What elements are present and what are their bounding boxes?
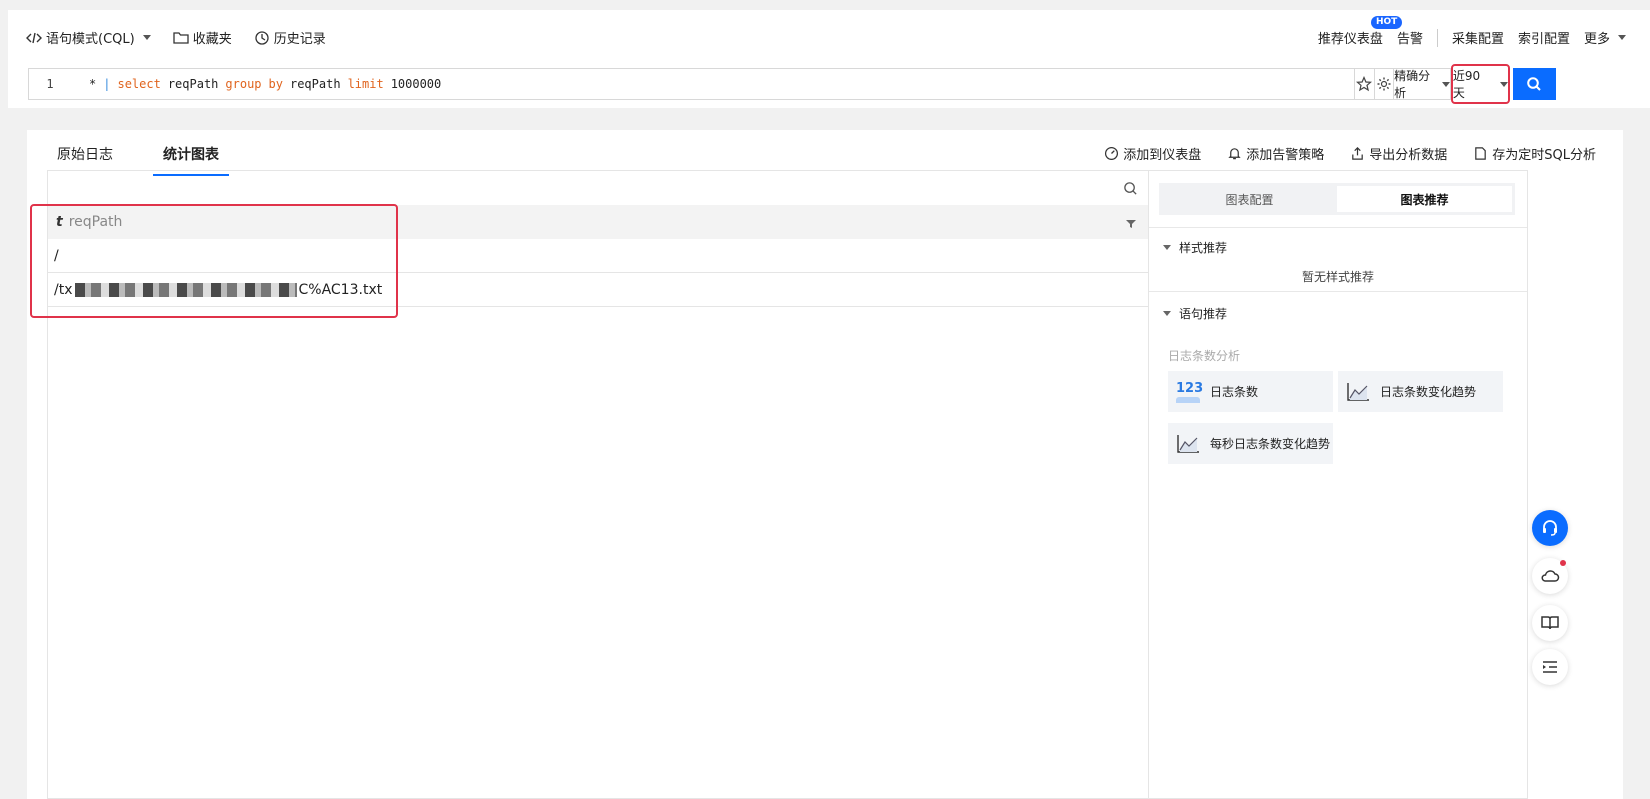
favorites-button[interactable]: 收藏夹 bbox=[173, 28, 232, 47]
add-alert-policy-label: 添加告警策略 bbox=[1246, 148, 1325, 163]
book-icon bbox=[1541, 616, 1559, 630]
line-number: 1 bbox=[46, 77, 54, 91]
query-token: 1000000 bbox=[390, 77, 442, 91]
time-range-select[interactable]: 近90天 bbox=[1453, 67, 1508, 101]
card-label: 每秒日志条数变化趋势 bbox=[1210, 437, 1331, 451]
line-chart-icon bbox=[1347, 382, 1369, 401]
history-button[interactable]: 历史记录 bbox=[254, 28, 326, 47]
settings-button[interactable] bbox=[1374, 68, 1395, 100]
analysis-mode-select[interactable]: 精确分析 bbox=[1394, 68, 1451, 100]
search-icon bbox=[1124, 182, 1137, 195]
bell-icon bbox=[1228, 148, 1241, 160]
chart-side-panel: 图表配置 图表推荐 样式推荐 暂无样式推荐 语句推荐 日志条数分析 123 日志… bbox=[1148, 170, 1528, 799]
code-icon bbox=[26, 32, 42, 43]
result-actions: 添加到仪表盘 添加告警策略 导出分析数据 存为定时SQL分析 bbox=[1104, 144, 1596, 163]
recommend-card-log-trend[interactable]: 日志条数变化趋势 bbox=[1338, 371, 1503, 412]
alert-link[interactable]: 告警 bbox=[1397, 28, 1423, 47]
star-icon bbox=[1356, 76, 1373, 92]
favorites-label: 收藏夹 bbox=[192, 32, 232, 47]
add-to-dashboard-label: 添加到仪表盘 bbox=[1123, 148, 1202, 163]
query-token: | bbox=[103, 77, 111, 91]
export-data-button[interactable]: 导出分析数据 bbox=[1350, 144, 1447, 163]
outline-button[interactable] bbox=[1532, 649, 1568, 685]
divider bbox=[1149, 291, 1527, 292]
filter-icon[interactable] bbox=[1126, 217, 1136, 233]
gear-icon bbox=[1377, 77, 1391, 91]
query-token: reqPath bbox=[289, 77, 341, 91]
document-icon bbox=[1475, 147, 1487, 160]
notification-dot bbox=[1560, 560, 1566, 566]
add-alert-policy-button[interactable]: 添加告警策略 bbox=[1227, 144, 1324, 163]
recommended-dashboard-link[interactable]: 推荐仪表盘 bbox=[1318, 28, 1383, 47]
export-data-label: 导出分析数据 bbox=[1369, 148, 1448, 163]
chevron-down-icon bbox=[1499, 81, 1508, 87]
save-scheduled-sql-button[interactable]: 存为定时SQL分析 bbox=[1473, 144, 1596, 163]
query-token: * bbox=[89, 77, 97, 91]
statement-recommend-title: 语句推荐 bbox=[1179, 307, 1228, 321]
statement-recommend-section[interactable]: 语句推荐 bbox=[1163, 305, 1227, 322]
analysis-mode-label: 精确分析 bbox=[1394, 69, 1431, 100]
tab-chart-config[interactable]: 图表配置 bbox=[1162, 186, 1337, 212]
time-range-label: 近90天 bbox=[1452, 69, 1481, 100]
query-token: group bbox=[225, 77, 262, 91]
panel-tabs: 图表配置 图表推荐 bbox=[1159, 183, 1515, 215]
caret-down-icon bbox=[1163, 245, 1171, 250]
style-recommend-section[interactable]: 样式推荐 bbox=[1163, 239, 1227, 256]
toolbar-left: 语句模式(CQL) 收藏夹 历史记录 bbox=[26, 28, 326, 47]
history-label: 历史记录 bbox=[273, 32, 326, 47]
line-chart-icon bbox=[1177, 434, 1199, 453]
add-to-dashboard-button[interactable]: 添加到仪表盘 bbox=[1104, 144, 1201, 163]
history-icon bbox=[255, 30, 269, 45]
chevron-down-icon bbox=[1618, 35, 1626, 40]
chevron-down-icon bbox=[142, 35, 151, 40]
more-label: 更多 bbox=[1583, 32, 1610, 47]
query-token: reqPath bbox=[167, 77, 219, 91]
chevron-down-icon bbox=[1441, 81, 1450, 87]
toolbar-right: 推荐仪表盘 告警 采集配置 索引配置 更多 bbox=[1318, 28, 1626, 47]
support-button[interactable] bbox=[1532, 510, 1568, 546]
index-config-link[interactable]: 索引配置 bbox=[1518, 28, 1570, 47]
headset-icon bbox=[1543, 520, 1557, 536]
table-search-button[interactable] bbox=[1123, 181, 1138, 200]
query-token: limit bbox=[347, 77, 384, 91]
result-highlight-box bbox=[30, 204, 398, 318]
caret-down-icon bbox=[1163, 311, 1171, 316]
favorite-star-button[interactable] bbox=[1355, 68, 1375, 100]
collect-config-link[interactable]: 采集配置 bbox=[1452, 28, 1504, 47]
cloud-icon bbox=[1541, 570, 1560, 582]
more-menu[interactable]: 更多 bbox=[1584, 28, 1626, 47]
search-icon bbox=[1527, 77, 1542, 91]
cloud-button[interactable] bbox=[1532, 558, 1568, 594]
mode-label: 语句模式(CQL) bbox=[46, 32, 135, 47]
mode-select[interactable]: 语句模式(CQL) bbox=[26, 28, 151, 47]
recommend-card-per-second-trend[interactable]: 每秒日志条数变化趋势 bbox=[1168, 423, 1333, 464]
style-recommend-title: 样式推荐 bbox=[1179, 241, 1228, 255]
log-count-group-label: 日志条数分析 bbox=[1168, 349, 1241, 363]
no-style-text: 暂无样式推荐 bbox=[1301, 270, 1374, 284]
save-scheduled-sql-label: 存为定时SQL分析 bbox=[1492, 148, 1596, 163]
divider bbox=[1149, 227, 1527, 228]
recommend-card-log-count[interactable]: 123 日志条数 bbox=[1168, 371, 1333, 412]
list-indent-icon bbox=[1543, 661, 1557, 673]
tab-chart-recommend[interactable]: 图表推荐 bbox=[1337, 186, 1512, 212]
divider bbox=[1436, 28, 1438, 47]
search-button[interactable] bbox=[1512, 68, 1556, 100]
folder-icon bbox=[173, 31, 189, 44]
number-chart-icon: 123 bbox=[1176, 381, 1203, 403]
time-range-highlight: 近90天 bbox=[1450, 64, 1510, 104]
docs-button[interactable] bbox=[1532, 605, 1568, 641]
query-editor[interactable]: 1 * | select reqPath group by reqPath li… bbox=[28, 68, 1355, 100]
query-token: by bbox=[268, 77, 283, 91]
dashboard-icon bbox=[1105, 146, 1119, 161]
query-token: select bbox=[117, 77, 161, 91]
query-row: 1 * | select reqPath group by reqPath li… bbox=[28, 64, 1556, 104]
export-icon bbox=[1352, 147, 1364, 160]
card-label: 日志条数变化趋势 bbox=[1380, 385, 1477, 399]
card-label: 日志条数 bbox=[1210, 385, 1259, 399]
